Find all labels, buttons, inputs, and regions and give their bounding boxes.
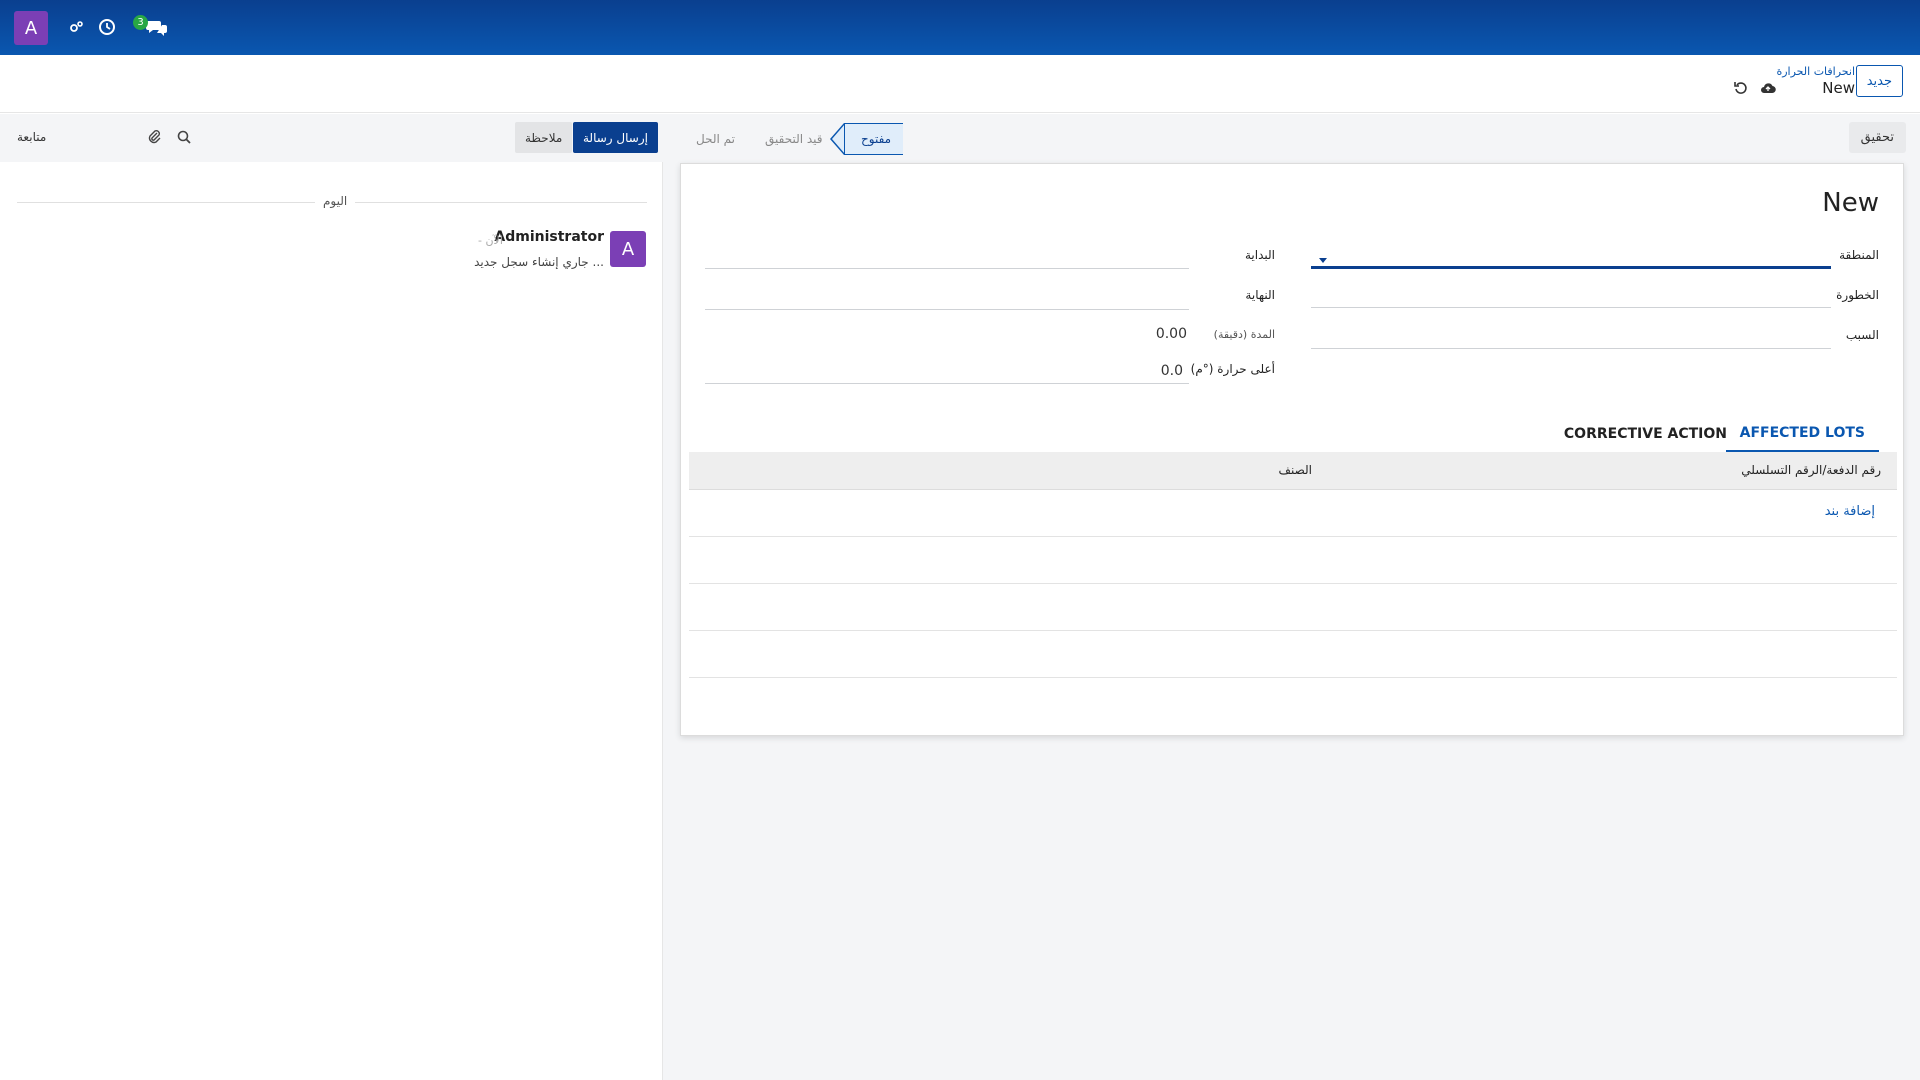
severity-input[interactable] bbox=[1311, 307, 1831, 308]
new-button[interactable]: جديد bbox=[1855, 65, 1903, 97]
breadcrumb-parent[interactable]: انحرافات الحرارة bbox=[1776, 65, 1855, 78]
chevron-down-icon[interactable] bbox=[1319, 258, 1327, 263]
chatter-toolbar: إرسال رسالة ملاحظة متابعة bbox=[0, 114, 663, 162]
max-temp-input[interactable] bbox=[705, 383, 1189, 384]
message-time: - الآن bbox=[478, 234, 503, 247]
severity-label: الخطورة bbox=[1836, 288, 1879, 302]
chatter-panel: إرسال رسالة ملاحظة متابعة اليوم A Admini… bbox=[0, 114, 663, 1080]
duration-label: المدة (دقيقة) bbox=[1213, 328, 1275, 341]
end-input[interactable] bbox=[705, 309, 1189, 310]
verify-button[interactable]: تحقيق bbox=[1848, 122, 1906, 153]
status-bar: تحقيق مفتوح قيد التحقيق تم الحل bbox=[663, 114, 1920, 162]
follow-button[interactable]: متابعة bbox=[17, 130, 46, 144]
debug-icon[interactable] bbox=[66, 16, 86, 38]
clock-icon[interactable] bbox=[97, 16, 117, 38]
end-label: النهاية bbox=[1245, 288, 1275, 302]
chat-icon[interactable] bbox=[145, 16, 169, 38]
duration-value[interactable]: 0.00 bbox=[705, 326, 1187, 342]
record-title: New bbox=[1822, 188, 1879, 218]
avatar[interactable]: A bbox=[610, 231, 646, 267]
start-input[interactable] bbox=[705, 268, 1189, 269]
messages-badge: 3 bbox=[133, 15, 148, 30]
max-temp-label: أعلى حرارة (°م) bbox=[1190, 362, 1275, 376]
save-cloud-icon[interactable] bbox=[1759, 79, 1777, 97]
start-label: البداية bbox=[1244, 248, 1275, 262]
table-row bbox=[689, 536, 1897, 537]
stage-investigating[interactable]: قيد التحقيق bbox=[753, 123, 835, 155]
top-navbar: A 3 bbox=[0, 0, 1920, 55]
user-avatar[interactable]: A bbox=[14, 11, 48, 45]
table-row bbox=[689, 677, 1897, 678]
max-temp-value[interactable]: 0.0 bbox=[705, 363, 1183, 379]
day-label: اليوم bbox=[315, 194, 356, 208]
column-product[interactable]: الصنف bbox=[1279, 463, 1312, 477]
send-message-button[interactable]: إرسال رسالة bbox=[573, 122, 658, 153]
table-row bbox=[689, 630, 1897, 631]
stage-resolved[interactable]: تم الحل bbox=[684, 123, 747, 155]
breadcrumb-current: New bbox=[1822, 79, 1855, 97]
log-note-button[interactable]: ملاحظة bbox=[515, 122, 573, 153]
tab-affected-lots[interactable]: AFFECTED LOTS bbox=[1725, 416, 1879, 452]
zone-label: المنطقة bbox=[1839, 248, 1879, 262]
add-line-link[interactable]: إضافة بند bbox=[1825, 504, 1875, 519]
tab-corrective-action[interactable]: CORRECTIVE ACTION bbox=[1550, 416, 1741, 452]
message-author[interactable]: Administrator bbox=[494, 229, 604, 245]
form-area: تحقيق مفتوح قيد التحقيق تم الحل New المن… bbox=[663, 114, 1920, 1080]
control-panel: جديد انحرافات الحرارة New bbox=[0, 55, 1920, 113]
discard-icon[interactable] bbox=[1732, 79, 1750, 97]
form-sheet: New المنطقة الخطورة السبب البداية النهاي… bbox=[680, 163, 1904, 736]
lots-table-header: رقم الدفعة/الرقم التسلسلي الصنف bbox=[689, 452, 1897, 490]
message-body: جاري إنشاء سجل جديد ... bbox=[474, 255, 604, 269]
cause-label: السبب bbox=[1845, 328, 1879, 342]
table-row bbox=[689, 583, 1897, 584]
zone-input[interactable] bbox=[1311, 266, 1831, 269]
stage-open[interactable]: مفتوح bbox=[844, 123, 904, 155]
search-icon[interactable] bbox=[175, 128, 193, 146]
paperclip-icon[interactable] bbox=[145, 128, 163, 146]
cause-input[interactable] bbox=[1311, 348, 1831, 349]
column-lot-serial[interactable]: رقم الدفعة/الرقم التسلسلي bbox=[1741, 463, 1881, 477]
